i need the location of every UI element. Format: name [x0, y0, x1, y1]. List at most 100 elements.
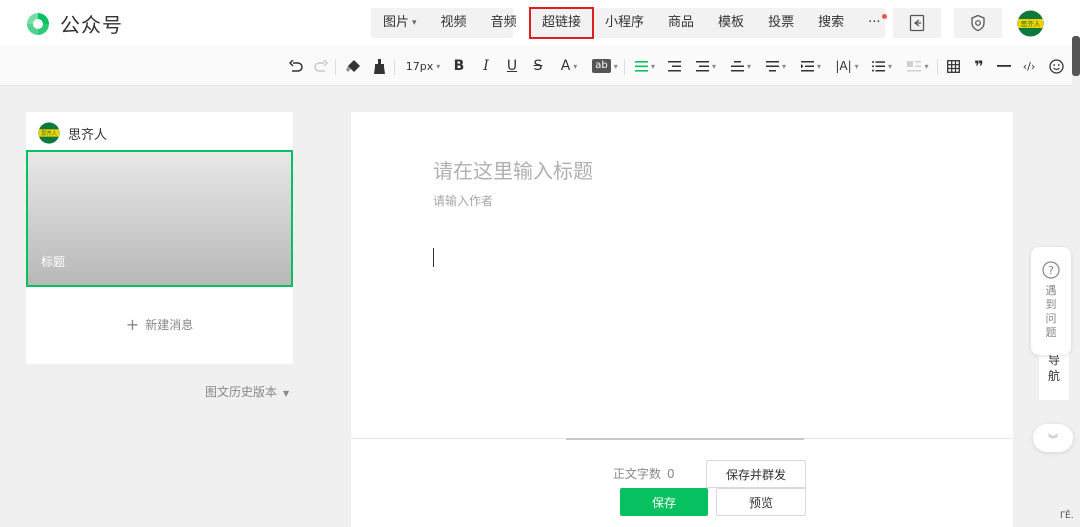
cover-title: 标题 — [41, 255, 66, 269]
separator — [394, 59, 395, 75]
import-doc-button[interactable] — [893, 8, 941, 38]
insert-image-label: 图片 — [383, 15, 410, 30]
insert-search-button[interactable]: 搜索 — [806, 8, 856, 38]
preview-button[interactable]: 预览 — [716, 488, 806, 516]
insert-template-button[interactable]: 模板 — [706, 8, 756, 38]
strikethrough-icon: S — [533, 58, 543, 74]
underline-icon: U — [506, 58, 518, 74]
history-versions-dropdown[interactable]: 图文历史版本 ▼ — [205, 383, 289, 400]
align-justify-button[interactable]: ▾ — [631, 55, 659, 77]
word-count-label: 正文字数 — [613, 467, 662, 481]
image-float-button[interactable]: ▾ — [904, 55, 932, 77]
brand[interactable]: 公众号 — [24, 9, 123, 38]
caret-down-icon: ▾ — [711, 61, 716, 71]
insert-video-button[interactable]: 视频 — [429, 8, 479, 38]
align-right-icon — [667, 60, 681, 71]
article-list-panel: 思齐人 思齐人 标题 + 新建消息 — [26, 112, 293, 364]
letter-spacing-icon: |A| — [835, 59, 852, 73]
divider-button[interactable] — [995, 55, 1013, 77]
insert-media-group: 图片 ▾ 视频 音频 — [371, 8, 517, 38]
bold-icon: B — [453, 58, 465, 74]
question-icon: ? — [1042, 261, 1060, 279]
separator — [335, 59, 336, 75]
emoji-button[interactable] — [1047, 55, 1065, 77]
account-avatar[interactable]: 思齐人 — [1017, 10, 1044, 41]
insert-content-group: 超链接 小程序 商品 模板 投票 搜索 ··· — [528, 7, 887, 39]
page-scrollbar-thumb[interactable] — [1072, 36, 1080, 76]
caret-down-icon: ▾ — [573, 61, 578, 71]
save-button[interactable]: 保存 — [620, 488, 708, 516]
paragraph-spacing-button[interactable]: ▾ — [727, 55, 755, 77]
new-message-button[interactable]: + 新建消息 — [26, 315, 293, 334]
insert-audio-button[interactable]: 音频 — [479, 8, 529, 38]
indent-select-button[interactable]: ▾ — [797, 55, 825, 77]
help-button[interactable]: ? 遇到问题 — [1031, 247, 1071, 355]
indent-button[interactable]: ▾ — [692, 55, 720, 77]
insert-template-label: 模板 — [718, 15, 745, 30]
insert-product-button[interactable]: 商品 — [656, 8, 706, 38]
caret-down-icon: ▾ — [816, 61, 821, 71]
line-height-icon — [765, 60, 779, 71]
redo-button[interactable] — [313, 55, 329, 77]
account-row: 思齐人 思齐人 — [38, 122, 107, 144]
insert-miniprogram-button[interactable]: 小程序 — [593, 8, 656, 38]
letter-spacing-button[interactable]: |A| ▾ — [833, 55, 861, 77]
caret-down-icon: ▾ — [412, 18, 417, 28]
underline-button[interactable]: U — [504, 55, 520, 77]
plus-icon: + — [125, 315, 140, 334]
more-insert-button[interactable]: ··· — [856, 8, 892, 38]
align-justify-icon — [634, 60, 648, 72]
horizontal-rule-icon — [997, 65, 1011, 67]
insert-audio-label: 音频 — [490, 15, 517, 30]
input-method-icon: ΓĚ. — [1060, 511, 1074, 521]
caret-down-icon: ▼ — [283, 389, 290, 398]
document-import-icon — [909, 14, 925, 32]
collapse-float-button[interactable]: ︾ — [1033, 424, 1073, 452]
double-chevron-down-icon: ︾ — [1048, 434, 1058, 446]
paragraph-spacing-icon — [730, 60, 744, 71]
bold-button[interactable]: B — [451, 55, 467, 77]
caret-down-icon: ▾ — [650, 61, 655, 71]
editor-area[interactable]: 请在这里输入标题 请输入作者 — [351, 112, 1013, 440]
wechat-official-logo-icon — [27, 12, 49, 35]
italic-button[interactable]: I — [478, 55, 494, 77]
strikethrough-button[interactable]: S — [530, 55, 546, 77]
background-color-icon: ab — [592, 59, 611, 73]
line-height-button[interactable]: ▾ — [762, 55, 790, 77]
insert-image-button[interactable]: 图片 ▾ — [371, 8, 429, 38]
undo-icon — [289, 60, 303, 72]
originality-button[interactable] — [954, 8, 1002, 38]
quote-icon: ❞ — [974, 56, 984, 76]
quote-button[interactable]: ❞ — [970, 55, 988, 77]
float-layout-icon — [907, 60, 922, 71]
format-toolbar: 17px ▾ B I U S A ▾ ab ▾ ▾ ▾ ▾ ▾ ▾ |A| ▾ ▾ ▾ … — [0, 46, 1072, 86]
text-cursor — [433, 248, 434, 267]
separator — [624, 59, 625, 75]
code-button[interactable]: ‹/› — [1019, 55, 1039, 77]
indent-right-button[interactable] — [665, 55, 683, 77]
caret-down-icon: ▾ — [854, 61, 859, 71]
caret-down-icon: ▾ — [924, 61, 929, 71]
save-and-mass-send-button[interactable]: 保存并群发 — [706, 460, 806, 488]
font-color-button[interactable]: A ▾ — [557, 55, 581, 77]
caret-down-icon: ▾ — [746, 61, 751, 71]
word-count-value: 0 — [667, 467, 675, 481]
insert-hyperlink-label: 超链接 — [542, 15, 582, 30]
insert-vote-button[interactable]: 投票 — [756, 8, 806, 38]
insert-table-button[interactable] — [944, 55, 962, 77]
font-size-select[interactable]: 17px ▾ — [404, 55, 442, 77]
list-button[interactable]: ▾ — [868, 55, 896, 77]
avatar-icon: 思齐人 — [1017, 10, 1044, 37]
author-input[interactable]: 请输入作者 — [433, 192, 493, 209]
navigation-button[interactable]: 导航 — [1039, 352, 1069, 400]
format-painter-icon — [373, 58, 385, 74]
undo-button[interactable] — [288, 55, 304, 77]
navigation-label: 导航 — [1048, 353, 1061, 383]
format-painter-button[interactable] — [370, 55, 388, 77]
background-color-button[interactable]: ab ▾ — [590, 55, 620, 77]
insert-hyperlink-button[interactable]: 超链接 — [528, 7, 595, 39]
title-input[interactable]: 请在这里输入标题 — [433, 155, 593, 184]
more-label: ··· — [868, 15, 881, 30]
clear-format-button[interactable] — [344, 55, 362, 77]
article-cover-card[interactable]: 标题 — [26, 150, 293, 287]
